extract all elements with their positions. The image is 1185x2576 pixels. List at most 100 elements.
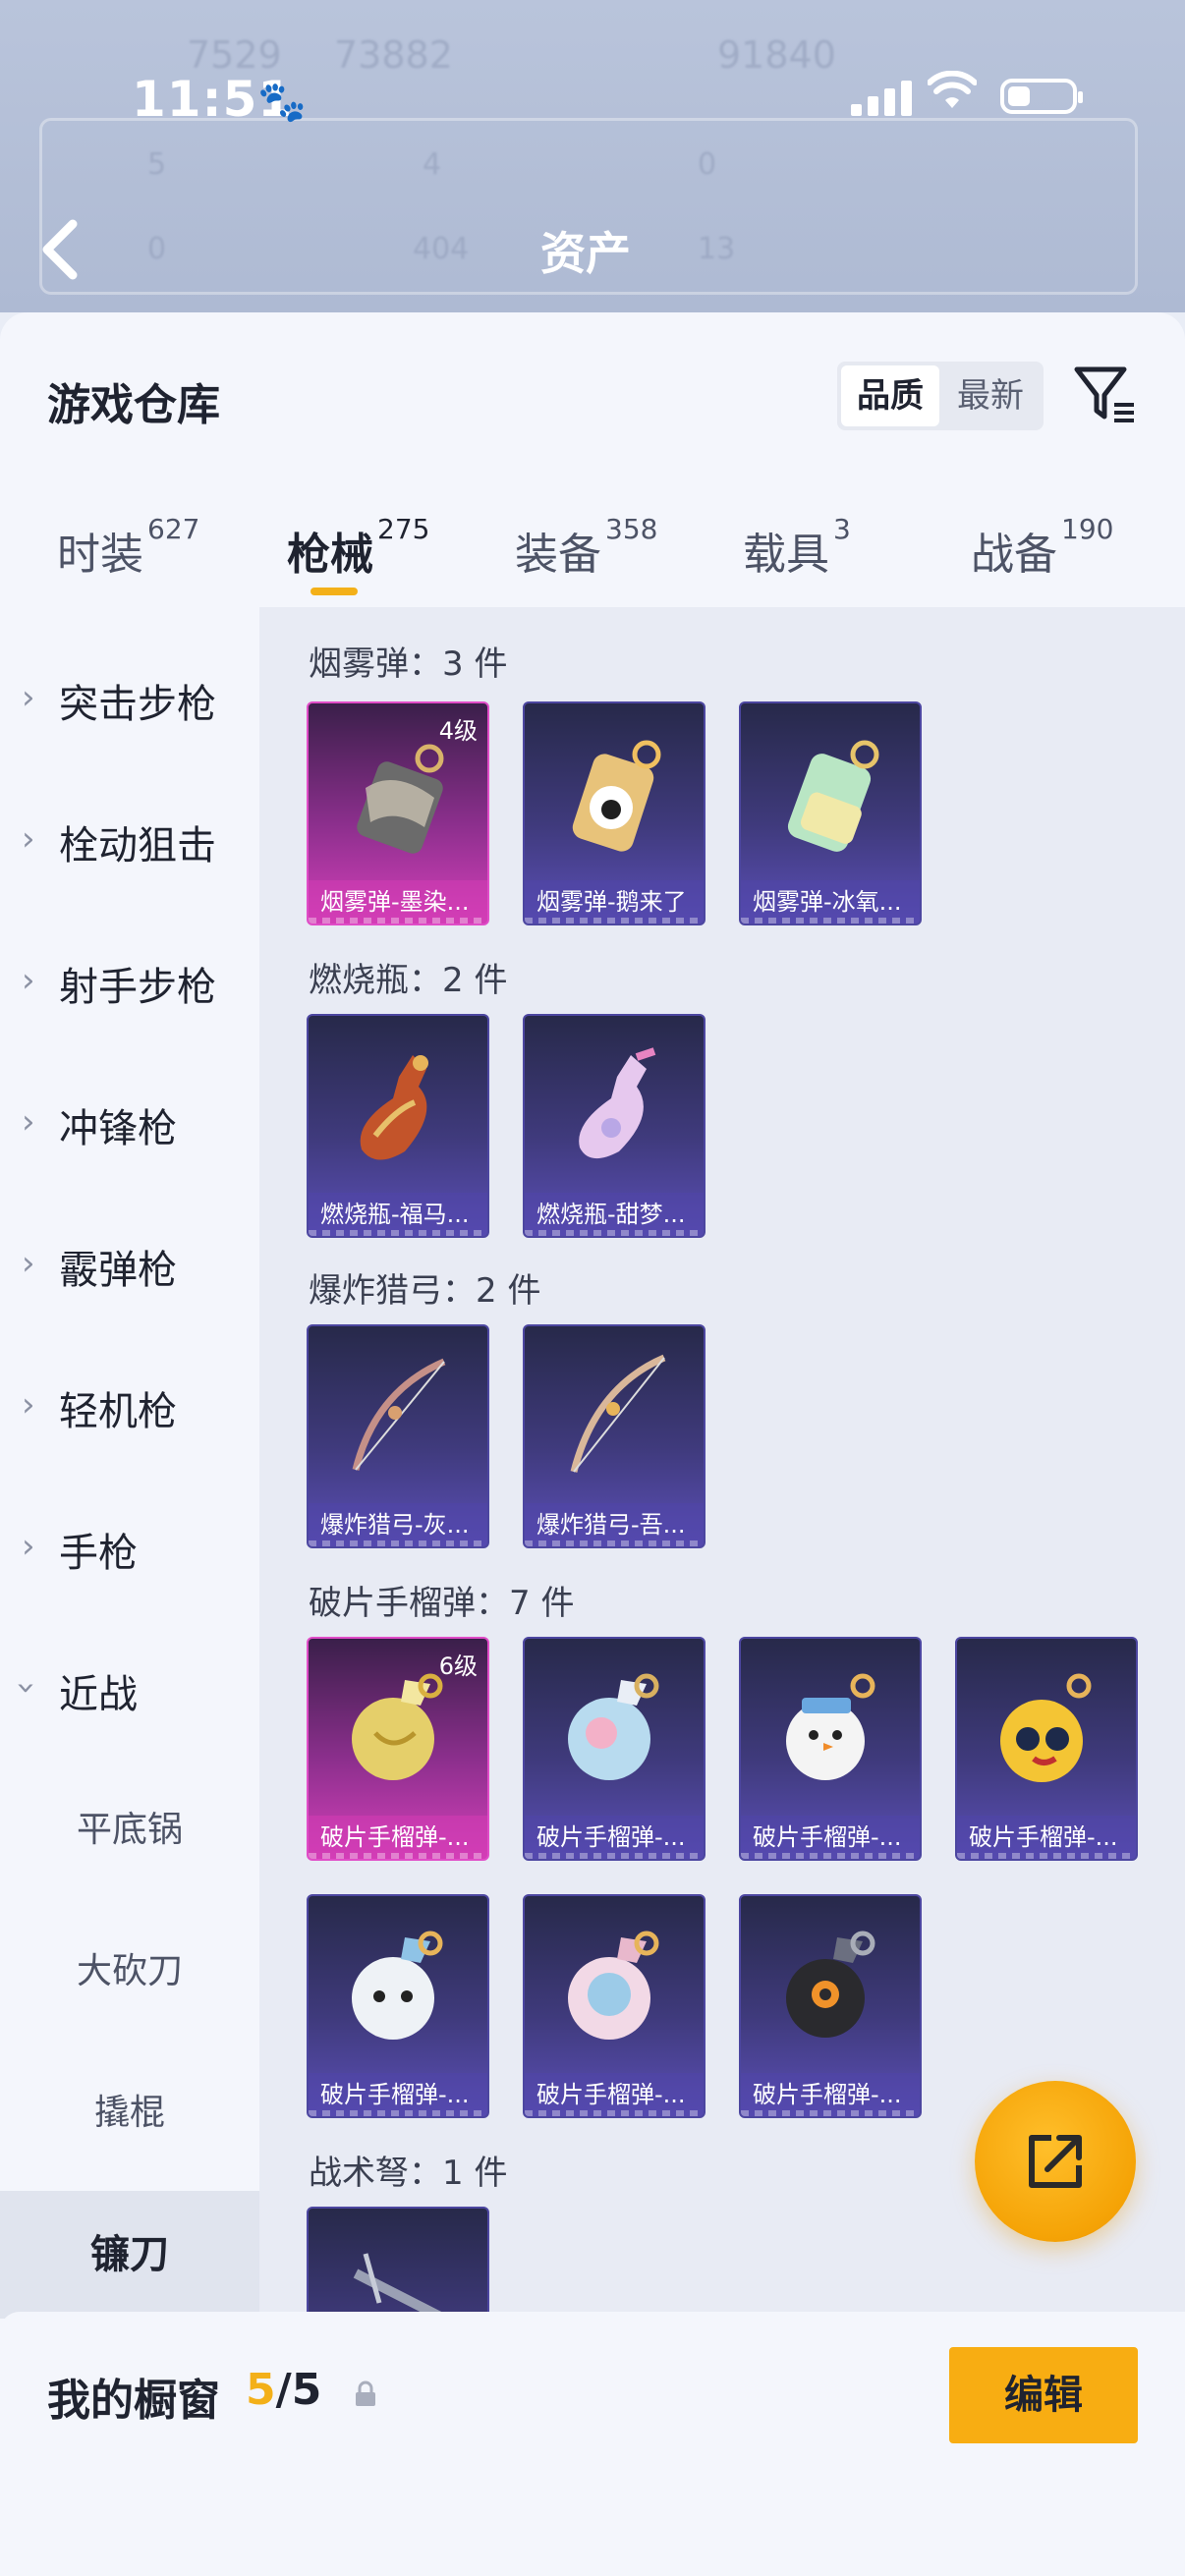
item-card[interactable]: 燃烧瓶-福马... xyxy=(307,1014,489,1238)
back-arrow-icon[interactable] xyxy=(35,210,94,289)
item-card[interactable]: 6级 破片手榴弹-... xyxy=(307,1637,489,1861)
grenade-icon xyxy=(786,1931,875,2038)
chevron-right-icon: › xyxy=(22,1102,35,1142)
item-name: 破片手榴弹-... xyxy=(525,2073,704,2116)
item-name: 爆炸猎弓-灰... xyxy=(309,1503,487,1546)
ghost-stat: 404 xyxy=(413,232,470,266)
grenade-icon xyxy=(786,1673,875,1780)
sidebar-item-melee[interactable]: › 近战 xyxy=(0,1625,259,1753)
sidebar-item-shotgun[interactable]: › 霰弹枪 xyxy=(0,1201,259,1328)
edit-button[interactable]: 编辑 xyxy=(949,2347,1138,2443)
item-name: 烟雾弹-墨染... xyxy=(309,880,487,924)
molotov-icon xyxy=(360,1055,428,1160)
item-card[interactable]: 破片手榴弹-... xyxy=(955,1637,1138,1861)
chevron-right-icon: › xyxy=(22,1527,35,1566)
sidebar-sub-sickle[interactable]: 镰刀 xyxy=(0,2191,259,2319)
chevron-right-icon: › xyxy=(22,819,35,859)
item-grid: 烟雾弹：3 件 4级 烟雾弹-墨染... 烟雾弹-鹅来了 烟雾弹-冰氧... 燃… xyxy=(259,607,1185,2312)
warehouse-panel: 游戏仓库 品质 最新 时装627 枪械275 装备358 载具3 战备190 ›… xyxy=(0,312,1185,2576)
group-title: 爆炸猎弓：2 件 xyxy=(309,1271,541,1311)
smoke-grenade-icon xyxy=(357,744,444,854)
item-name: 破片手榴弹-... xyxy=(309,1816,487,1859)
sidebar-item-bolt-sniper[interactable]: › 栓动狙击 xyxy=(0,776,259,904)
group-title: 燃烧瓶：2 件 xyxy=(309,961,508,1000)
chevron-right-icon: › xyxy=(22,1385,35,1425)
tab-supplies[interactable]: 战备190 xyxy=(971,513,1113,597)
smoke-grenade-icon xyxy=(572,740,661,852)
ghost-stat: 0 xyxy=(147,232,167,266)
sidebar-item-pistol[interactable]: › 手枪 xyxy=(0,1484,259,1611)
tab-firearms[interactable]: 枪械275 xyxy=(287,513,429,597)
paw-icon: 🐾 xyxy=(257,80,307,125)
share-external-icon xyxy=(1029,2135,1082,2188)
item-name: 破片手榴弹-... xyxy=(741,2073,920,2116)
ghost-stat: 73882 xyxy=(334,33,453,77)
item-card[interactable] xyxy=(307,2207,489,2312)
item-name: 燃烧瓶-甜梦... xyxy=(525,1193,704,1236)
sidebar-sub-pan[interactable]: 平底锅 xyxy=(0,1766,259,1894)
item-name: 燃烧瓶-福马... xyxy=(309,1193,487,1236)
grenade-icon xyxy=(1000,1673,1092,1782)
showcase-count: 5/5 xyxy=(246,2365,322,2415)
category-sidebar: › 突击步枪 › 栓动狙击 › 射手步枪 › 冲锋枪 › 霰弹枪 › 轻机枪 › 手枪 › 近战… xyxy=(0,607,259,2319)
group-title: 战术弩：1 件 xyxy=(309,2154,508,2193)
sidebar-sub-crowbar[interactable]: 撬棍 xyxy=(0,2049,259,2177)
sidebar-item-smg[interactable]: › 冲锋枪 xyxy=(0,1059,259,1187)
chevron-right-icon: › xyxy=(22,961,35,1000)
grenade-icon xyxy=(568,1673,659,1780)
item-name: 破片手榴弹-... xyxy=(741,1816,920,1859)
molotov-icon xyxy=(579,1047,656,1159)
ghost-stat: 5 xyxy=(147,147,167,182)
smoke-grenade-icon xyxy=(787,740,879,852)
item-card[interactable]: 破片手榴弹-... xyxy=(307,1894,489,2118)
item-name: 烟雾弹-冰氧... xyxy=(741,880,920,924)
item-card[interactable]: 破片手榴弹-... xyxy=(523,1637,705,1861)
category-tabs: 时装627 枪械275 装备358 载具3 战备190 xyxy=(0,499,1185,607)
item-card[interactable]: 燃烧瓶-甜梦... xyxy=(523,1014,705,1238)
lock-icon xyxy=(356,2380,375,2406)
sidebar-sub-machete[interactable]: 大砍刀 xyxy=(0,1908,259,2036)
tab-equipment[interactable]: 装备358 xyxy=(515,513,657,597)
tab-vehicles[interactable]: 载具3 xyxy=(743,513,851,597)
grenade-icon xyxy=(352,1673,443,1780)
item-name: 破片手榴弹-... xyxy=(525,1816,704,1859)
group-title: 破片手榴弹：7 件 xyxy=(309,1584,575,1623)
showcase-title: 我的橱窗 xyxy=(47,2376,220,2426)
item-card[interactable]: 破片手榴弹-... xyxy=(739,1894,922,2118)
warehouse-title: 游戏仓库 xyxy=(47,380,220,430)
item-card[interactable]: 爆炸猎弓-吾... xyxy=(523,1324,705,1548)
chevron-down-icon: › xyxy=(6,1681,46,1695)
item-name: 破片手榴弹-... xyxy=(309,2073,487,2116)
sort-latest-button[interactable]: 最新 xyxy=(941,365,1040,426)
item-card[interactable]: 烟雾弹-冰氧... xyxy=(739,701,922,925)
bow-icon xyxy=(352,1358,446,1471)
ghost-stat: 4 xyxy=(423,147,442,182)
item-card[interactable]: 破片手榴弹-... xyxy=(739,1637,922,1861)
wifi-icon xyxy=(927,70,978,121)
grenade-icon xyxy=(568,1931,659,2040)
sort-quality-button[interactable]: 品质 xyxy=(841,365,939,426)
top-header: 7529 73882 91840 5 4 0 0 404 13 11:51 🐾 … xyxy=(0,0,1185,312)
page-title: 资产 xyxy=(540,227,631,280)
chevron-right-icon: › xyxy=(22,1244,35,1283)
tab-fashion[interactable]: 时装627 xyxy=(57,513,199,597)
sidebar-item-marksman[interactable]: › 射手步枪 xyxy=(0,918,259,1045)
item-card[interactable]: 爆炸猎弓-灰... xyxy=(307,1324,489,1548)
ghost-stat: 0 xyxy=(698,147,717,182)
filter-icon[interactable] xyxy=(1071,360,1140,428)
item-card[interactable]: 4级 烟雾弹-墨染... xyxy=(307,701,489,925)
item-name: 爆炸猎弓-吾... xyxy=(525,1503,704,1546)
bow-icon xyxy=(570,1354,666,1473)
showcase-bar: 我的橱窗 5/5 编辑 xyxy=(0,2312,1185,2576)
battery-icon xyxy=(1000,79,1083,114)
sidebar-item-assault-rifle[interactable]: › 突击步枪 xyxy=(0,635,259,762)
ghost-stat: 91840 xyxy=(717,33,836,77)
group-title: 烟雾弹：3 件 xyxy=(309,644,508,684)
active-tab-indicator xyxy=(310,588,358,595)
sidebar-item-lmg[interactable]: › 轻机枪 xyxy=(0,1342,259,1470)
item-card[interactable]: 烟雾弹-鹅来了 xyxy=(523,701,705,925)
chevron-right-icon: › xyxy=(22,678,35,717)
item-card[interactable]: 破片手榴弹-... xyxy=(523,1894,705,2118)
item-name: 烟雾弹-鹅来了 xyxy=(525,880,704,924)
share-external-button[interactable] xyxy=(975,2081,1136,2242)
